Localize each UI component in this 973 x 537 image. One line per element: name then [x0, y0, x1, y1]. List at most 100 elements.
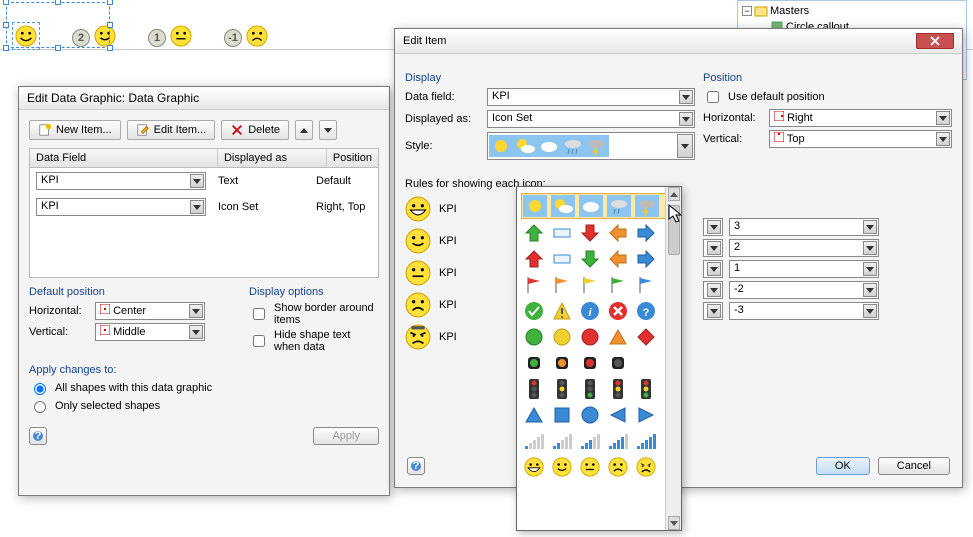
data-field-combo[interactable]: KPI: [487, 88, 695, 106]
vertical-combo[interactable]: Top: [769, 130, 952, 148]
rule-label: KPI: [439, 299, 457, 311]
rule-op-combo[interactable]: [703, 218, 723, 236]
dropdown-arrow-icon[interactable]: [863, 283, 877, 297]
show-border-label: Show border around items: [274, 302, 379, 326]
dropdown-arrow-icon[interactable]: [863, 304, 877, 318]
style-label: Style:: [405, 140, 487, 152]
weather-partly-icon: [513, 135, 537, 157]
displayed-as-combo[interactable]: Icon Set: [487, 110, 695, 128]
rule-value-combo[interactable]: 3: [729, 218, 879, 236]
iconset-option[interactable]: [521, 193, 677, 219]
dropdown-arrow-icon[interactable]: [679, 90, 693, 104]
rule-value-combo[interactable]: 2: [729, 239, 879, 257]
horizontal-label: Horizontal:: [703, 112, 763, 124]
new-item-button[interactable]: New Item...: [29, 120, 121, 140]
dropdown-arrow-icon[interactable]: [707, 304, 721, 318]
scroll-down-arrow[interactable]: [668, 516, 680, 530]
rule-value-combo[interactable]: -3: [729, 302, 879, 320]
col-displayed-as[interactable]: Displayed as: [218, 149, 327, 167]
dropdown-arrow-icon[interactable]: [707, 283, 721, 297]
circle-blue-icon: [580, 405, 600, 425]
iconset-option[interactable]: [521, 429, 677, 453]
iconset-option[interactable]: [521, 377, 677, 401]
tree-expand-icon[interactable]: −: [742, 6, 752, 16]
smiley-neutral-icon: [170, 25, 192, 47]
move-up-button[interactable]: [295, 120, 313, 140]
light-off-icon: [608, 353, 628, 373]
horizontal-combo[interactable]: Center: [95, 302, 205, 320]
horizontal-combo[interactable]: Right: [769, 109, 952, 127]
iconset-option[interactable]: [521, 247, 677, 271]
dropdown-arrow-icon[interactable]: [707, 220, 721, 234]
iconset-option[interactable]: [521, 221, 677, 245]
rule-value-combo[interactable]: 1: [729, 260, 879, 278]
apply-button[interactable]: Apply: [313, 427, 379, 445]
selected-shapes-radio[interactable]: [34, 401, 46, 413]
shape-number[interactable]: -1: [224, 29, 242, 47]
folder-icon: [754, 4, 768, 18]
row-field-combo[interactable]: KPI: [36, 172, 206, 190]
iconset-option[interactable]: i ?: [521, 299, 677, 323]
row-disp: Text: [206, 175, 316, 187]
dialog-title: Edit Item: [403, 35, 446, 47]
smiley-grin-icon: [405, 196, 431, 222]
dropdown-arrow-icon[interactable]: [189, 304, 203, 318]
delete-button[interactable]: Delete: [221, 120, 289, 140]
selection-box: [6, 2, 110, 48]
edit-item-button[interactable]: Edit Item...: [127, 120, 216, 140]
smiley-grin-icon: [524, 457, 544, 477]
dropdown-arrow-icon[interactable]: [190, 174, 204, 188]
all-shapes-radio[interactable]: [34, 383, 46, 395]
default-position-label: Default position: [29, 286, 229, 298]
flag-blue-icon: [636, 275, 656, 295]
popup-scrollbar[interactable]: [665, 187, 681, 530]
close-button[interactable]: [916, 33, 954, 49]
dropdown-arrow-icon[interactable]: [189, 325, 203, 339]
svg-text:?: ?: [35, 430, 42, 442]
hide-text-checkbox[interactable]: [253, 335, 265, 347]
col-position[interactable]: Position: [327, 149, 378, 167]
scroll-up-arrow[interactable]: [668, 187, 680, 201]
rule-label: KPI: [439, 203, 457, 215]
help-button[interactable]: ?: [29, 427, 47, 445]
cancel-button[interactable]: Cancel: [878, 457, 950, 475]
show-border-checkbox[interactable]: [253, 308, 265, 320]
rule-op-combo[interactable]: [703, 302, 723, 320]
row-field-combo[interactable]: KPI: [36, 198, 206, 216]
dropdown-arrow-icon[interactable]: [707, 241, 721, 255]
vertical-combo[interactable]: Middle: [95, 323, 205, 341]
dropdown-arrow-icon[interactable]: [863, 262, 877, 276]
iconset-option[interactable]: [521, 403, 677, 427]
dropdown-arrow-icon[interactable]: [863, 220, 877, 234]
iconset-option[interactable]: [521, 325, 677, 349]
dropdown-arrow-icon[interactable]: [190, 200, 204, 214]
iconset-dropdown-popup[interactable]: i ?: [516, 186, 682, 531]
ok-button[interactable]: OK: [816, 457, 870, 475]
rule-op-combo[interactable]: [703, 281, 723, 299]
iconset-option[interactable]: [521, 273, 677, 297]
dropdown-arrow-icon[interactable]: [936, 132, 950, 146]
dropdown-arrow-icon[interactable]: [707, 262, 721, 276]
rule-value-combo[interactable]: -2: [729, 281, 879, 299]
play-left-blue-icon: [608, 405, 628, 425]
style-combo[interactable]: [487, 132, 695, 160]
signal-bars-5-icon: [636, 432, 656, 450]
dropdown-arrow-icon[interactable]: [677, 134, 693, 158]
rule-op-combo[interactable]: [703, 239, 723, 257]
dropdown-arrow-icon[interactable]: [679, 112, 693, 126]
dropdown-arrow-icon[interactable]: [936, 111, 950, 125]
shape-number[interactable]: 1: [148, 29, 166, 47]
dropdown-arrow-icon[interactable]: [863, 241, 877, 255]
smiley-angry-icon: [405, 324, 431, 350]
table-row[interactable]: KPI Icon Set Right, Top: [30, 194, 378, 220]
edit-icon: [136, 123, 150, 137]
help-button[interactable]: ?: [407, 457, 425, 475]
x-circle-icon: [608, 301, 628, 321]
move-down-button[interactable]: [319, 120, 337, 140]
use-default-checkbox[interactable]: [707, 91, 719, 103]
table-row[interactable]: KPI Text Default: [30, 168, 378, 194]
rule-op-combo[interactable]: [703, 260, 723, 278]
iconset-option[interactable]: [521, 455, 677, 479]
iconset-option[interactable]: [521, 351, 677, 375]
col-data-field[interactable]: Data Field: [30, 149, 218, 167]
